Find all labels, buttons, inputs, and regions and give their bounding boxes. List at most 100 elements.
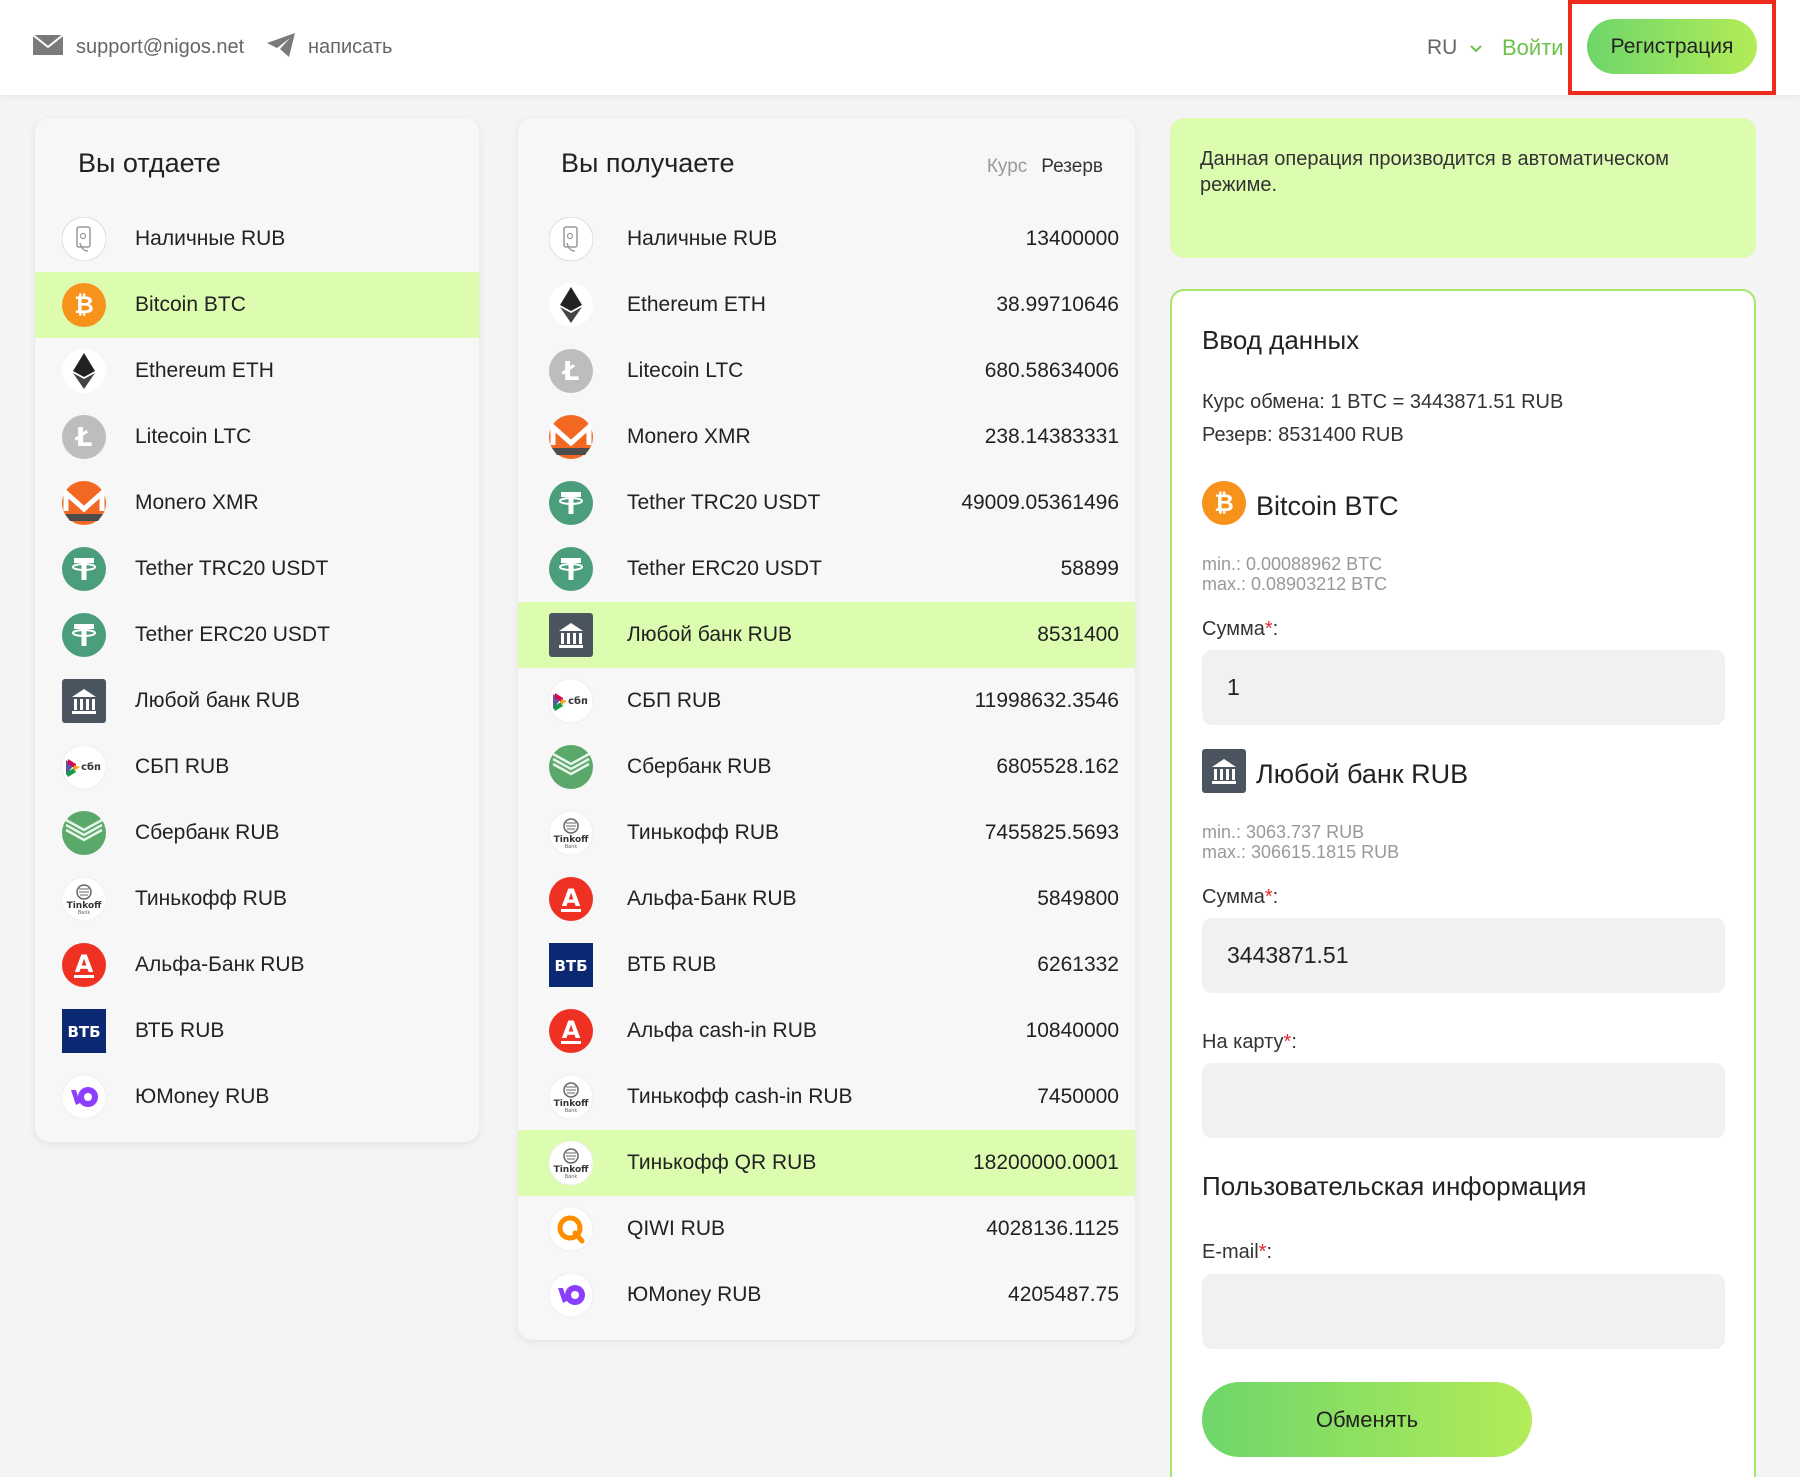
give-item-сбп-rub[interactable]: сбп СБП RUB <box>35 734 479 800</box>
give-item-любой-банк-rub[interactable]: Любой банк RUB <box>35 668 479 734</box>
telegram-write-link[interactable]: написать <box>266 0 392 95</box>
svg-text:Bank: Bank <box>565 844 578 850</box>
support-email: support@nigos.net <box>76 36 245 58</box>
currency-name: ЮMoney RUB <box>627 1283 762 1306</box>
currency-name: Monero XMR <box>627 425 751 448</box>
litecoin-icon: Ł <box>549 349 593 393</box>
receive-item-любой-банк-rub[interactable]: Любой банк RUB 8531400 <box>518 602 1135 668</box>
chevron-down-icon <box>1469 36 1483 60</box>
receive-item-тинькофф-cash-in-rub[interactable]: Tinkoff Bank Тинькофф cash-in RUB 7450000 <box>518 1064 1135 1130</box>
receive-item-tether-trc20-usdt[interactable]: Tether TRC20 USDT 49009.05361496 <box>518 470 1135 536</box>
card-input[interactable] <box>1202 1063 1725 1138</box>
svg-text:Bank: Bank <box>565 1174 578 1180</box>
receive-item-tether-erc20-usdt[interactable]: Tether ERC20 USDT 58899 <box>518 536 1135 602</box>
currency-name: Любой банк RUB <box>135 689 300 712</box>
info-notice: Данная операция производится в автоматич… <box>1170 118 1756 258</box>
currency-name: Tether ERC20 USDT <box>627 557 822 580</box>
currency-name: Тинькофф cash-in RUB <box>627 1085 853 1108</box>
yoomoney-icon <box>61 1074 107 1120</box>
bank-icon <box>1202 749 1246 800</box>
receive-item-ethereum-eth[interactable]: Ethereum ETH 38.99710646 <box>518 272 1135 338</box>
tether-icon <box>549 481 593 525</box>
vtb-icon: ВТБ <box>549 943 593 987</box>
receive-item-наличные-rub[interactable]: Наличные RUB 13400000 <box>518 206 1135 272</box>
exchange-form: Ввод данных Курс обмена: 1 BTC = 3443871… <box>1170 289 1756 1477</box>
receive-item-litecoin-ltc[interactable]: Ł Litecoin LTC 680.58634006 <box>518 338 1135 404</box>
give-item-втб-rub[interactable]: ВТБ ВТБ RUB <box>35 998 479 1064</box>
give-amount-input[interactable] <box>1202 650 1725 725</box>
svg-text:Ł: Ł <box>74 423 93 453</box>
login-link[interactable]: Войти <box>1502 0 1564 95</box>
receive-item-тинькофф-rub[interactable]: Tinkoff Bank Тинькофф RUB 7455825.5693 <box>518 800 1135 866</box>
currency-name: Альфа-Банк RUB <box>627 887 797 910</box>
qiwi-icon <box>548 1206 594 1252</box>
svg-text:сбп: сбп <box>81 761 101 773</box>
give-item-tether-trc20-usdt[interactable]: Tether TRC20 USDT <box>35 536 479 602</box>
currency-name: Ethereum ETH <box>135 359 274 382</box>
tether-icon <box>62 613 106 657</box>
currency-name: Наличные RUB <box>627 227 778 250</box>
tinkoff-icon: Tinkoff Bank <box>61 876 107 922</box>
currency-name: ЮMoney RUB <box>135 1085 270 1108</box>
give-item-альфа-банк-rub[interactable]: А Альфа-Банк RUB <box>35 932 479 998</box>
give-item-тинькофф-rub[interactable]: Tinkoff Bank Тинькофф RUB <box>35 866 479 932</box>
get-min: min.: 3063.737 RUB <box>1202 822 1365 842</box>
reserve-column-toggle[interactable]: Резерв <box>1041 156 1103 178</box>
svg-text:Bank: Bank <box>78 910 91 916</box>
give-currency-heading: ₿ Bitcoin BTC <box>1202 481 1399 532</box>
receive-item-альфа-банк-rub[interactable]: А Альфа-Банк RUB 5849800 <box>518 866 1135 932</box>
sbp-icon: сбп <box>548 678 594 724</box>
give-item-tether-erc20-usdt[interactable]: Tether ERC20 USDT <box>35 602 479 668</box>
sbp-icon: сбп <box>61 744 107 790</box>
svg-text:₿: ₿ <box>1214 489 1234 517</box>
receive-item-тинькофф-qr-rub[interactable]: Tinkoff Bank Тинькофф QR RUB 18200000.0001 <box>518 1130 1135 1196</box>
give-item-сбербанк-rub[interactable]: Сбербанк RUB <box>35 800 479 866</box>
give-item-наличные-rub[interactable]: Наличные RUB <box>35 206 479 272</box>
language-selector[interactable]: RU <box>1427 0 1483 95</box>
tether-icon <box>549 547 593 591</box>
support-email-link[interactable]: support@nigos.net <box>32 0 244 95</box>
currency-name: Tether TRC20 USDT <box>627 491 821 514</box>
receive-item-qiwi-rub[interactable]: QIWI RUB 4028136.1125 <box>518 1196 1135 1262</box>
currency-name: Litecoin LTC <box>135 425 252 448</box>
bitcoin-icon: ₿ <box>62 283 106 327</box>
ethereum-icon <box>549 283 593 327</box>
receive-item-сбербанк-rub[interactable]: Сбербанк RUB 6805528.162 <box>518 734 1135 800</box>
receive-item-сбп-rub[interactable]: сбп СБП RUB 11998632.3546 <box>518 668 1135 734</box>
give-item-ethereum-eth[interactable]: Ethereum ETH <box>35 338 479 404</box>
reserve-value: 10840000 <box>1025 1019 1119 1042</box>
currency-name: Альфа-Банк RUB <box>135 953 305 976</box>
give-amount-label: Сумма*: <box>1202 618 1279 640</box>
receive-item-альфа-cash-in-rub[interactable]: А Альфа cash-in RUB 10840000 <box>518 998 1135 1064</box>
currency-name: Сбербанк RUB <box>627 755 772 778</box>
exchange-submit-button[interactable]: Обменять <box>1202 1382 1532 1457</box>
reserve-value: 6261332 <box>1037 953 1119 976</box>
get-limits: min.: 3063.737 RUB max.: 306615.1815 RUB <box>1202 822 1399 862</box>
svg-text:ВТБ: ВТБ <box>67 1023 100 1041</box>
get-amount-label: Сумма*: <box>1202 886 1279 908</box>
receive-item-юmoney-rub[interactable]: ЮMoney RUB 4205487.75 <box>518 1262 1135 1328</box>
reserve-value: 4028136.1125 <box>986 1217 1119 1240</box>
get-amount-input[interactable] <box>1202 918 1725 993</box>
give-title: Вы отдаете <box>78 148 221 178</box>
currency-name: СБП RUB <box>627 689 722 712</box>
reserve-value: 680.58634006 <box>984 359 1119 382</box>
register-button[interactable]: Регистрация <box>1587 19 1757 74</box>
reserve-value: 5849800 <box>1037 887 1119 910</box>
give-item-monero-xmr[interactable]: Monero XMR <box>35 470 479 536</box>
currency-name: Любой банк RUB <box>627 623 792 646</box>
give-min: min.: 0.00088962 BTC <box>1202 554 1383 574</box>
receive-panel: Вы получаете Курс Резерв Наличные RUB 134… <box>518 118 1135 1340</box>
email-input[interactable] <box>1202 1274 1725 1349</box>
give-item-bitcoin-btc[interactable]: ₿ Bitcoin BTC <box>35 272 479 338</box>
receive-item-monero-xmr[interactable]: Monero XMR 238.14383331 <box>518 404 1135 470</box>
give-item-litecoin-ltc[interactable]: Ł Litecoin LTC <box>35 404 479 470</box>
svg-text:ВТБ: ВТБ <box>554 957 587 975</box>
mail-icon <box>32 33 64 63</box>
currency-name: ВТБ RUB <box>135 1019 225 1042</box>
svg-text:А: А <box>562 884 581 912</box>
currency-name: Litecoin LTC <box>627 359 744 382</box>
give-item-юmoney-rub[interactable]: ЮMoney RUB <box>35 1064 479 1130</box>
receive-item-втб-rub[interactable]: ВТБ ВТБ RUB 6261332 <box>518 932 1135 998</box>
rate-column-toggle[interactable]: Курс <box>987 156 1027 178</box>
